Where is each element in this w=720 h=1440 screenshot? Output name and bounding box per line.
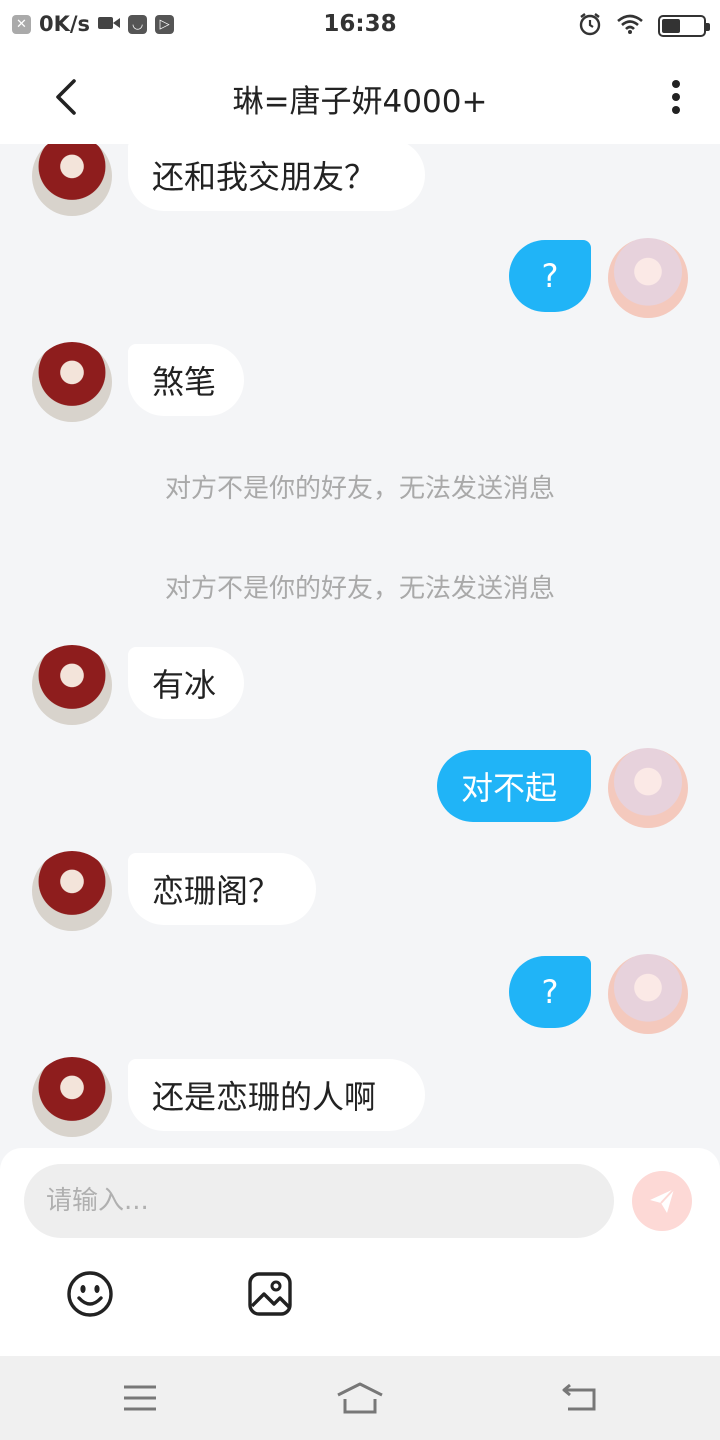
- battery-icon: [658, 15, 710, 37]
- message-input[interactable]: [24, 1164, 614, 1238]
- more-options-button[interactable]: [658, 76, 694, 118]
- nav-home-button[interactable]: [332, 1374, 388, 1422]
- chat-message-list[interactable]: 还和我交朋友？ ? 煞笔 对方不是你的好友，无法发送消息 对方不是你的好友，无法…: [0, 144, 720, 1148]
- image-button[interactable]: [246, 1270, 294, 1318]
- system-navigation-bar: [0, 1356, 720, 1440]
- menu-icon: [124, 1385, 156, 1411]
- my-avatar[interactable]: [608, 954, 688, 1034]
- home-icon: [337, 1382, 383, 1414]
- image-icon: [248, 1272, 292, 1316]
- chevron-left-icon: [56, 79, 76, 115]
- return-icon: [562, 1383, 596, 1411]
- status-right: [578, 12, 710, 40]
- battery-level: [662, 19, 680, 33]
- status-bar: ✕ 0K/s ◡ ▷ 16:38: [0, 0, 720, 50]
- outgoing-message-bubble[interactable]: ?: [509, 956, 591, 1028]
- my-avatar[interactable]: [608, 748, 688, 828]
- back-button[interactable]: [44, 74, 88, 120]
- nav-back-button[interactable]: [552, 1374, 608, 1422]
- send-button[interactable]: [632, 1171, 692, 1231]
- outgoing-message-bubble[interactable]: 对不起: [437, 750, 591, 822]
- chat-header: 琳=唐子妍4000+: [0, 50, 720, 144]
- send-icon: [650, 1188, 675, 1213]
- contact-avatar[interactable]: [32, 645, 112, 725]
- contact-avatar[interactable]: [32, 144, 112, 216]
- incoming-message-bubble[interactable]: 煞笔: [128, 344, 244, 416]
- smiley-icon: [67, 1271, 113, 1317]
- more-vertical-icon: [672, 80, 680, 114]
- system-notice: 对方不是你的好友，无法发送消息: [164, 574, 555, 604]
- wifi-icon: [616, 13, 644, 39]
- outgoing-message-bubble[interactable]: ?: [509, 240, 591, 312]
- incoming-message-bubble[interactable]: 还和我交朋友？: [128, 144, 425, 211]
- emoji-button[interactable]: [66, 1270, 114, 1318]
- my-avatar[interactable]: [608, 238, 688, 318]
- contact-avatar[interactable]: [32, 342, 112, 422]
- chat-title: 琳=唐子妍4000+: [232, 84, 488, 120]
- system-notice: 对方不是你的好友，无法发送消息: [164, 474, 555, 504]
- alarm-icon: [578, 12, 602, 40]
- incoming-message-bubble[interactable]: 还是恋珊的人啊: [128, 1059, 425, 1131]
- incoming-message-bubble[interactable]: 有冰: [128, 647, 244, 719]
- message-composer: [0, 1148, 720, 1356]
- contact-avatar[interactable]: [32, 1057, 112, 1137]
- contact-avatar[interactable]: [32, 851, 112, 931]
- incoming-message-bubble[interactable]: 恋珊阁？: [128, 853, 316, 925]
- nav-menu-button[interactable]: [112, 1374, 168, 1422]
